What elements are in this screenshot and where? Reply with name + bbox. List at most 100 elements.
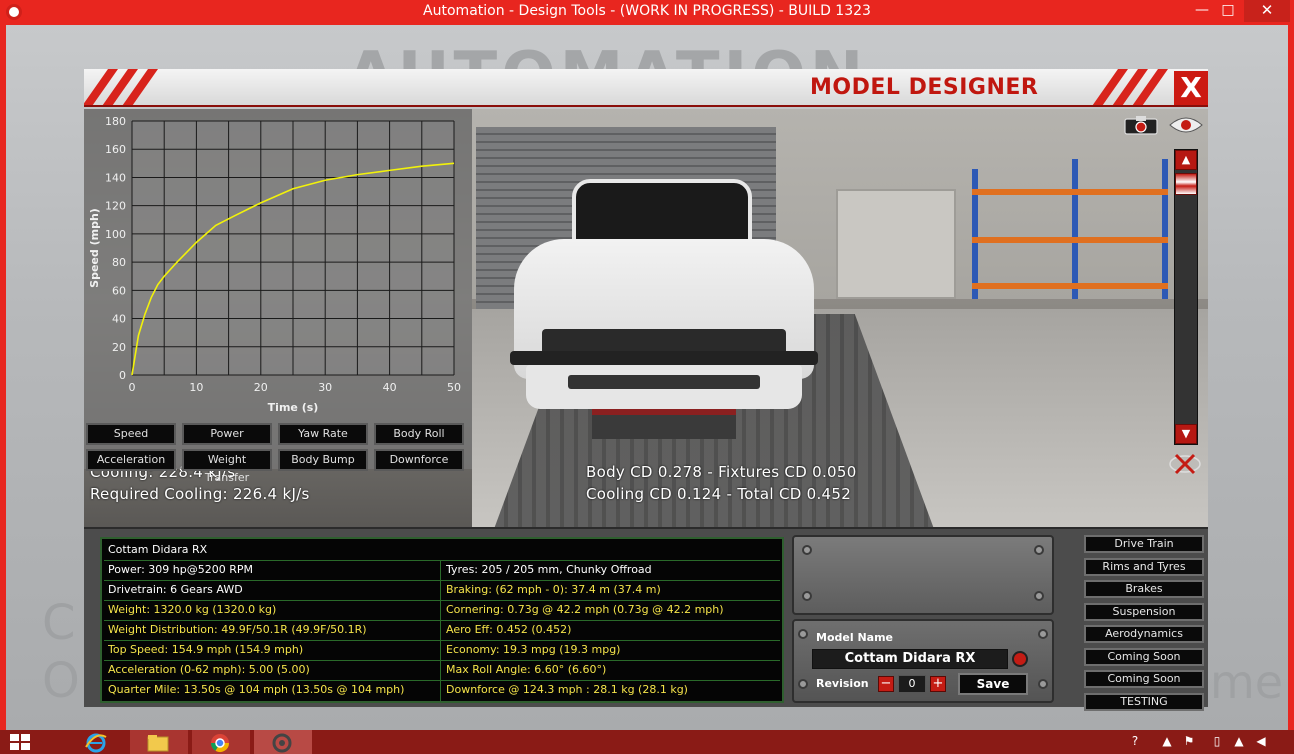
y-tick-label: 160: [105, 143, 126, 156]
scroll-down-button[interactable]: ▼: [1175, 424, 1197, 444]
tab-rims-and-tyres-1[interactable]: Rims and Tyres: [1084, 557, 1204, 576]
graph-button-speed[interactable]: Speed: [86, 423, 176, 445]
windows-logo-icon: [10, 734, 30, 750]
shelf-bar: [972, 189, 1168, 195]
rivet: [798, 679, 808, 689]
stats-row: Top Speed: 154.9 mph (154.9 mph) Economy:…: [104, 641, 780, 661]
x-tick-label: 30: [318, 381, 332, 394]
graph-button-body-roll[interactable]: Body Roll: [374, 423, 464, 445]
eye-icon[interactable]: [1168, 115, 1204, 135]
client-area: AUTOMATION C O me MODEL DESIGNER X: [6, 25, 1288, 730]
graph-button-power[interactable]: Power: [182, 423, 272, 445]
stats-row: Acceleration (0-62 mph): 5.00 (5.00) Max …: [104, 661, 780, 681]
folder-icon: [147, 735, 169, 752]
model-name-input[interactable]: Cottam Didara RX: [812, 649, 1008, 669]
chrome-icon: [211, 734, 229, 753]
storage-shelf: [962, 159, 1182, 299]
rivet: [1038, 679, 1048, 689]
stat-left: Weight: 1320.0 kg (1320.0 kg): [108, 603, 277, 616]
rivet: [802, 545, 812, 555]
blank-plate: [792, 535, 1054, 615]
tab-coming-soon-6[interactable]: Coming Soon: [1084, 670, 1204, 688]
internet-explorer-icon: [85, 733, 107, 753]
tab-suspension-3[interactable]: Suspension: [1084, 602, 1204, 621]
scroll-up-button[interactable]: ▲: [1175, 150, 1197, 170]
graph-button-weight-transfer[interactable]: Weight Transfer: [182, 449, 272, 484]
show-hidden-icons[interactable]: ▲: [1160, 734, 1174, 750]
rivet: [1038, 629, 1048, 639]
y-tick-label: 20: [112, 341, 126, 354]
car-model[interactable]: [504, 179, 824, 439]
taskbar-automation[interactable]: [254, 730, 312, 754]
car-bumper: [510, 351, 818, 365]
close-designer-button[interactable]: X: [1174, 71, 1208, 105]
graph-button-acceleration[interactable]: Acceleration: [86, 449, 176, 471]
tab-drive-train-0[interactable]: Drive Train: [1084, 535, 1204, 553]
performance-graph-panel: 0 20 40 60 80 100 120 140 160 180 0 10 20 30 40 50 Time …: [84, 109, 472, 484]
title-bar[interactable]: Automation - Design Tools - (WORK IN PRO…: [0, 0, 1294, 24]
start-button[interactable]: [0, 730, 46, 754]
stats-row: Power: 309 hp@5200 RPM Tyres: 205 / 205 m…: [104, 561, 780, 581]
system-tray: ? ▲ ⚑ ▯ ▲ ◀: [1114, 730, 1294, 754]
taskbar-internet-explorer[interactable]: [68, 730, 126, 754]
stat-right: Aero Eff: 0.452 (0.452): [446, 623, 572, 636]
x-tick-label: 20: [254, 381, 268, 394]
rivet: [798, 629, 808, 639]
maximize-button[interactable]: □: [1218, 0, 1238, 22]
y-tick-label: 120: [105, 200, 126, 213]
model-plate: Model Name Cottam Didara RX Revision − 0…: [792, 619, 1054, 703]
network-icon[interactable]: ▲: [1232, 734, 1246, 750]
stat-right: Economy: 19.3 mpg (19.3 mpg): [446, 643, 621, 656]
rotate-view-icon[interactable]: [1168, 451, 1202, 477]
stat-left: Weight Distribution: 49.9F/50.1R (49.9F/…: [108, 623, 367, 636]
stats-row: Weight: 1320.0 kg (1320.0 kg) Cornering: …: [104, 601, 780, 621]
save-button[interactable]: Save: [958, 673, 1028, 695]
background-text-me: me: [1210, 655, 1284, 709]
y-tick-label: 140: [105, 171, 126, 184]
y-tick-label: 40: [112, 313, 126, 326]
required-cooling-stat: Required Cooling: 226.4 kJ/s: [90, 485, 310, 503]
y-tick-label: 0: [119, 369, 126, 382]
car-lift: [592, 409, 736, 439]
x-tick-label: 50: [447, 381, 461, 394]
x-axis-label: Time (s): [268, 401, 319, 414]
close-window-button[interactable]: ✕: [1244, 0, 1290, 22]
tab-brakes-2[interactable]: Brakes: [1084, 580, 1204, 598]
model-name-label: Model Name: [816, 631, 893, 644]
car-name: Cottam Didara RX: [108, 543, 208, 556]
graph-button-body-bump[interactable]: Body Bump: [278, 449, 368, 471]
battery-icon[interactable]: ▯: [1210, 734, 1224, 750]
background-text-o: O: [42, 653, 80, 709]
stats-row: Weight Distribution: 49.9F/50.1R (49.9F/…: [104, 621, 780, 641]
graph-button-yaw-rate[interactable]: Yaw Rate: [278, 423, 368, 445]
minimize-button[interactable]: —: [1192, 0, 1212, 22]
taskbar-file-explorer[interactable]: [130, 730, 188, 754]
volume-icon[interactable]: ◀: [1254, 734, 1268, 750]
revision-label: Revision: [816, 677, 869, 690]
scroll-thumb[interactable]: [1175, 173, 1197, 195]
shelf-post: [1162, 159, 1168, 299]
panel-header: MODEL DESIGNER X: [84, 69, 1208, 107]
help-icon[interactable]: ?: [1124, 734, 1146, 750]
tab-aerodynamics-4[interactable]: Aerodynamics: [1084, 625, 1204, 643]
graph-button-downforce[interactable]: Downforce: [374, 449, 464, 471]
designer-tabs: Drive Train Rims and Tyres Brakes Suspensio…: [1080, 535, 1208, 711]
taskbar-chrome[interactable]: [192, 730, 250, 754]
action-center-flag-icon[interactable]: ⚑: [1182, 734, 1196, 750]
revision-decrement-button[interactable]: −: [878, 676, 894, 692]
shelf-post: [1072, 159, 1078, 299]
car-air-intake: [568, 375, 760, 389]
name-reset-icon[interactable]: [1012, 651, 1028, 667]
stat-right: Braking: (62 mph - 0): 37.4 m (37.4 m): [446, 583, 661, 596]
y-axis-label: Speed (mph): [88, 208, 101, 288]
tab-coming-soon-5[interactable]: Coming Soon: [1084, 647, 1204, 666]
revision-value: 0: [898, 675, 926, 693]
revision-increment-button[interactable]: +: [930, 676, 946, 692]
camera-icon[interactable]: [1124, 115, 1158, 135]
rivet: [1034, 545, 1044, 555]
stat-right: Downforce @ 124.3 mph : 28.1 kg (28.1 kg…: [446, 683, 688, 696]
stat-left: Power: 309 hp@5200 RPM: [108, 563, 253, 576]
background-text-c: C: [42, 595, 76, 651]
window-title: Automation - Design Tools - (WORK IN PRO…: [423, 3, 871, 19]
tab-testing-7[interactable]: TESTING: [1084, 692, 1204, 711]
